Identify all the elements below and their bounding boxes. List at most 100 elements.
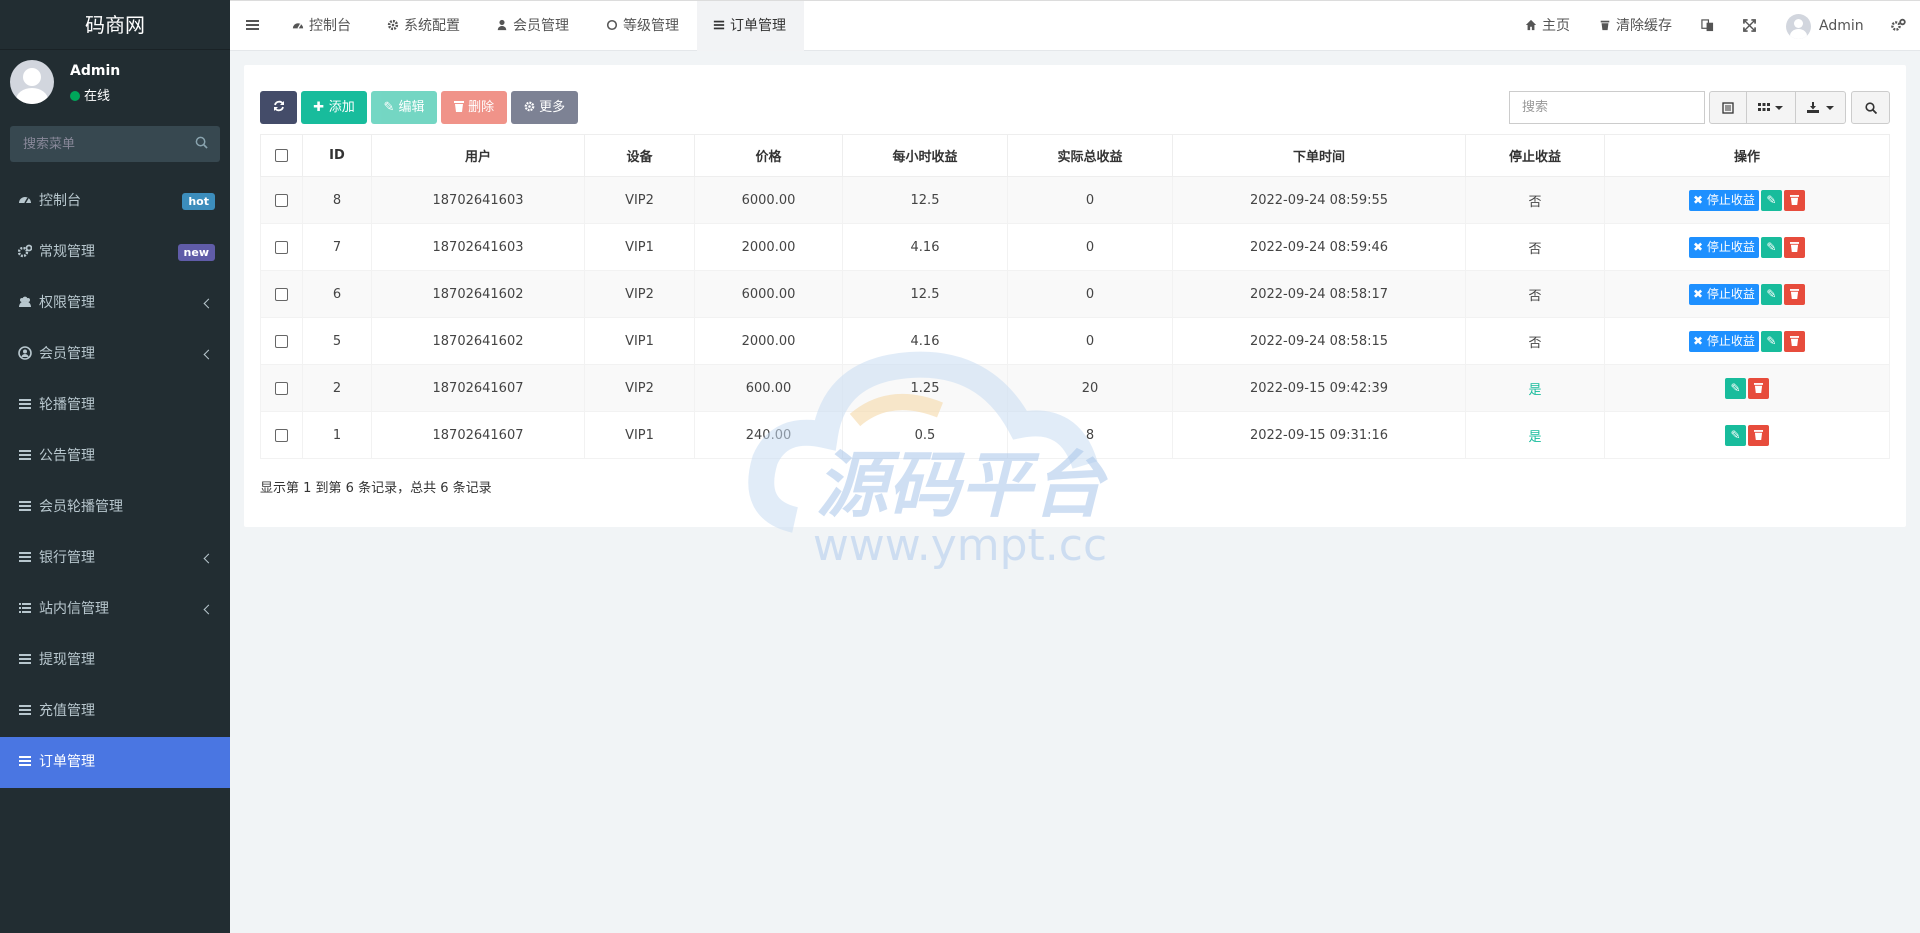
tab-levels[interactable]: 等级管理 (606, 1, 679, 51)
col-id[interactable]: ID (302, 134, 372, 177)
toggle-view-button[interactable] (1709, 91, 1747, 124)
list-icon (713, 20, 725, 30)
tab-orders[interactable]: 订单管理 (697, 1, 804, 51)
cell-actions: ✖ 停止收益 ✎ (1604, 176, 1890, 224)
sidebar-item-recharge[interactable]: 充值管理 (0, 686, 230, 737)
language-button[interactable] (1701, 1, 1714, 51)
refresh-icon (273, 100, 284, 112)
table-row[interactable]: 7 18702641603 VIP1 2000.00 4.16 0 2022-09-24 0… (260, 223, 1890, 271)
sidebar-item-messages[interactable]: 站内信管理 (0, 584, 230, 635)
cell-user: 18702641602 (371, 317, 585, 365)
col-total[interactable]: 实际总收益 (1007, 134, 1173, 177)
watermark-url: www.ympt.cc (813, 520, 1107, 571)
columns-button[interactable] (1746, 91, 1796, 124)
sidebar-toggle-button[interactable] (246, 1, 259, 51)
delete-button[interactable]: 删除 (441, 91, 507, 124)
cell-total: 20 (1007, 364, 1173, 412)
cell-text: 0 (1085, 333, 1095, 349)
sidebar-item-notice[interactable]: 公告管理 (0, 431, 230, 482)
sidebar-item-general[interactable]: 常规管理 new (0, 227, 230, 278)
sidebar-item-withdraw[interactable]: 提现管理 (0, 635, 230, 686)
cell-hourly: 4.16 (842, 223, 1008, 271)
row-checkbox[interactable] (275, 381, 288, 395)
table-row[interactable]: 8 18702641603 VIP2 6000.00 12.5 0 2022-09-24 0… (260, 176, 1890, 224)
row-delete-button[interactable] (1783, 330, 1805, 352)
sidebar-item-orders[interactable]: 订单管理 (0, 737, 230, 788)
col-user[interactable]: 用户 (371, 134, 585, 177)
row-checkbox[interactable] (275, 334, 288, 348)
tab-members[interactable]: 会员管理 (496, 1, 569, 51)
sidebar-item-bank[interactable]: 银行管理 (0, 533, 230, 584)
more-label: 更多 (539, 100, 566, 115)
more-button[interactable]: 更多 (511, 91, 578, 124)
row-checkbox[interactable] (275, 193, 288, 207)
tab-system-config[interactable]: 系统配置 (387, 1, 460, 51)
table-row[interactable]: 5 18702641602 VIP1 2000.00 4.16 0 2022-09-24 0… (260, 317, 1890, 365)
row-checkbox[interactable] (275, 428, 288, 442)
admin-menu[interactable]: Admin (1786, 1, 1864, 51)
cell-text: 8 (1085, 427, 1095, 443)
stop-earning-button[interactable]: ✖ 停止收益 (1689, 236, 1759, 258)
list-icon (19, 399, 31, 409)
sidebar-item-members[interactable]: 会员管理 (0, 329, 230, 380)
row-delete-button[interactable] (1748, 377, 1769, 399)
pencil-icon: ✎ (1730, 427, 1741, 442)
advanced-search-button[interactable] (1851, 91, 1890, 124)
cell-text: 18702641607 (432, 427, 524, 443)
sidebar-item-label: 提现管理 (39, 652, 95, 668)
row-delete-button[interactable] (1783, 189, 1805, 211)
row-edit-button[interactable]: ✎ (1760, 189, 1782, 211)
cell-stopped: 否 (1465, 223, 1605, 271)
sidebar-item-label: 订单管理 (39, 754, 95, 770)
clear-cache-button[interactable]: 清除缓存 (1599, 1, 1672, 51)
row-delete-button[interactable] (1783, 283, 1805, 305)
refresh-button[interactable] (260, 91, 297, 124)
sidebar-menu: 控制台 hot 常规管理 new 权限管理 会员管理 轮播管理 公告管理 会员轮播管… (0, 176, 230, 788)
col-price[interactable]: 价格 (694, 134, 843, 177)
row-delete-button[interactable] (1783, 236, 1805, 258)
select-all-checkbox[interactable] (275, 149, 288, 162)
sidebar-item-permissions[interactable]: 权限管理 (0, 278, 230, 329)
stop-earning-button[interactable]: ✖ 停止收益 (1689, 330, 1759, 352)
pencil-icon: ✎ (1766, 239, 1777, 254)
settings-button[interactable] (1891, 1, 1906, 51)
stopped-status: 否 (1528, 288, 1542, 304)
menu-search-input[interactable] (10, 126, 180, 162)
cell-price: 2000.00 (694, 317, 843, 365)
stop-earning-button[interactable]: ✖ 停止收益 (1689, 189, 1759, 211)
stopped-status: 是 (1528, 382, 1542, 398)
row-edit-button[interactable]: ✎ (1725, 377, 1746, 399)
col-device[interactable]: 设备 (584, 134, 695, 177)
sidebar-item-member-carousel[interactable]: 会员轮播管理 (0, 482, 230, 533)
col-stopped[interactable]: 停止收益 (1465, 134, 1605, 177)
row-delete-button[interactable] (1748, 424, 1769, 446)
col-hourly[interactable]: 每小时收益 (842, 134, 1008, 177)
col-time[interactable]: 下单时间 (1172, 134, 1466, 177)
row-checkbox[interactable] (275, 240, 288, 254)
search-icon[interactable] (195, 136, 208, 149)
cell-user: 18702641602 (371, 270, 585, 318)
logo[interactable]: 码商网 (0, 0, 230, 50)
sidebar-item-dashboard[interactable]: 控制台 hot (0, 176, 230, 227)
stop-earning-button[interactable]: ✖ 停止收益 (1689, 283, 1759, 305)
cell-text: 6 (332, 286, 342, 302)
table-row[interactable]: 6 18702641602 VIP2 6000.00 12.5 0 2022-09-24 0… (260, 270, 1890, 318)
home-link[interactable]: 主页 (1525, 1, 1570, 51)
row-edit-button[interactable]: ✎ (1760, 236, 1782, 258)
row-edit-button[interactable]: ✎ (1725, 424, 1746, 446)
table-search-input[interactable] (1509, 91, 1705, 124)
table-row[interactable]: 2 18702641607 VIP2 600.00 1.25 20 2022-09-15 0… (260, 364, 1890, 412)
row-edit-button[interactable]: ✎ (1760, 283, 1782, 305)
cell-text: 2000.00 (741, 333, 796, 349)
times-icon: ✖ (1693, 333, 1707, 348)
add-button[interactable]: ✚ 添加 (301, 91, 367, 124)
export-button[interactable] (1795, 91, 1846, 124)
row-edit-button[interactable]: ✎ (1760, 330, 1782, 352)
table-row[interactable]: 1 18702641607 VIP1 240.00 0.5 8 2022-09-15 09:… (260, 411, 1890, 459)
row-checkbox[interactable] (275, 287, 288, 301)
edit-button[interactable]: ✎ 编辑 (371, 91, 437, 124)
fullscreen-button[interactable] (1743, 1, 1756, 51)
tab-dashboard[interactable]: 控制台 (292, 1, 351, 51)
cell-time: 2022-09-24 08:59:55 (1172, 176, 1466, 224)
sidebar-item-carousel[interactable]: 轮播管理 (0, 380, 230, 431)
